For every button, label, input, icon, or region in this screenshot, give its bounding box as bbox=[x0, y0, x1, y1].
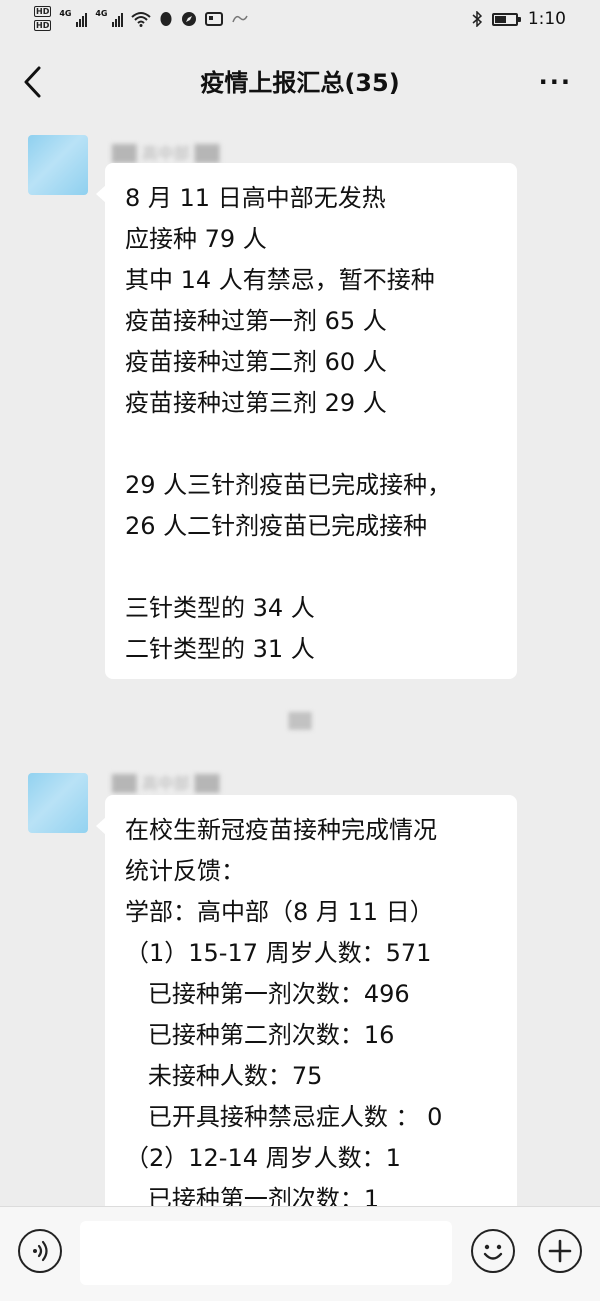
message-line: 8 月 11 日高中部无发热 bbox=[125, 184, 386, 212]
chat-header: 疫情上报汇总(35) ··· bbox=[0, 40, 600, 124]
voice-button[interactable] bbox=[18, 1229, 62, 1273]
signal-icon: 4G bbox=[95, 8, 124, 27]
message-line: 统计反馈： bbox=[125, 857, 245, 885]
sender-name: ██ 高中部 ██ bbox=[112, 144, 220, 163]
message-line: 29 人三针剂疫苗已完成接种， bbox=[125, 471, 452, 499]
message-line: 26 人二针剂疫苗已完成接种 bbox=[125, 512, 428, 540]
message-line bbox=[125, 424, 497, 465]
message-line: 学部：高中部（8 月 11 日） bbox=[125, 898, 434, 926]
bluetooth-icon bbox=[472, 11, 482, 27]
avatar[interactable] bbox=[28, 135, 88, 195]
message-bubble[interactable]: 在校生新冠疫苗接种完成情况 统计反馈： 学部：高中部（8 月 11 日） （1）15-… bbox=[96, 795, 517, 1215]
message-line: 在校生新冠疫苗接种完成情况 bbox=[125, 816, 437, 844]
hd-badge: HD bbox=[34, 6, 52, 17]
input-bar bbox=[0, 1206, 600, 1301]
message-line: 三针类型的 34 人 bbox=[125, 594, 315, 622]
message-line: （2）12-14 周岁人数：1 bbox=[125, 1144, 401, 1172]
message-text: 在校生新冠疫苗接种完成情况 统计反馈： 学部：高中部（8 月 11 日） （1）15-… bbox=[125, 810, 497, 1220]
more-options-button[interactable]: ··· bbox=[539, 68, 572, 96]
message-line: 疫苗接种过第一剂 65 人 bbox=[125, 307, 387, 335]
sender-name: ██ 高中部 ██ bbox=[112, 774, 220, 793]
message-line: （1）15-17 周岁人数：571 bbox=[125, 939, 432, 967]
status-bar: HD HD 4G 4G 1:10 bbox=[0, 0, 600, 40]
message-line: 疫苗接种过第三剂 29 人 bbox=[125, 389, 387, 417]
message-line: 疫苗接种过第二剂 60 人 bbox=[125, 348, 387, 376]
message-line: 应接种 79 人 bbox=[125, 225, 267, 253]
status-left: HD HD 4G 4G bbox=[34, 6, 249, 31]
wifi-icon bbox=[131, 11, 152, 27]
avatar[interactable] bbox=[28, 773, 88, 833]
message-line: 已接种第一剂次数：496 bbox=[125, 980, 410, 1008]
network-label: 4G bbox=[59, 8, 72, 18]
plus-button[interactable] bbox=[538, 1229, 582, 1273]
emoji-button[interactable] bbox=[471, 1229, 515, 1273]
compass-icon bbox=[182, 11, 197, 26]
message-input[interactable] bbox=[80, 1221, 452, 1285]
signal-icon: 4G bbox=[59, 8, 88, 27]
battery-icon bbox=[491, 12, 521, 26]
clock: 1:10 bbox=[527, 9, 566, 29]
message-line: 已开具接种禁忌症人数 ： 0 bbox=[125, 1103, 443, 1131]
plus-icon bbox=[548, 1239, 572, 1263]
message-line: 二针类型的 31 人 bbox=[125, 635, 315, 663]
app-icon bbox=[232, 15, 249, 22]
message-line: 未接种人数：75 bbox=[125, 1062, 323, 1090]
card-icon bbox=[205, 11, 224, 26]
penguin-icon bbox=[160, 11, 172, 26]
timestamp: ██ bbox=[288, 712, 312, 730]
message-line: 其中 14 人有禁忌，暂不接种 bbox=[125, 266, 435, 294]
message-line: 已接种第二剂次数：16 bbox=[125, 1021, 395, 1049]
page-title: 疫情上报汇总(35) bbox=[200, 69, 400, 97]
message-bubble[interactable]: 8 月 11 日高中部无发热 应接种 79 人其中 14 人有禁忌，暂不接种 疫苗接… bbox=[96, 163, 517, 679]
emoji-icon bbox=[483, 1244, 503, 1260]
hd-indicators: HD HD bbox=[34, 6, 52, 31]
status-right: 1:10 bbox=[472, 9, 566, 29]
message-text: 8 月 11 日高中部无发热 应接种 79 人其中 14 人有禁忌，暂不接种 疫苗接… bbox=[125, 178, 497, 670]
network-label: 4G bbox=[95, 8, 108, 18]
message-line bbox=[125, 547, 497, 588]
voice-icon bbox=[33, 1240, 48, 1262]
hd-badge: HD bbox=[34, 20, 52, 31]
